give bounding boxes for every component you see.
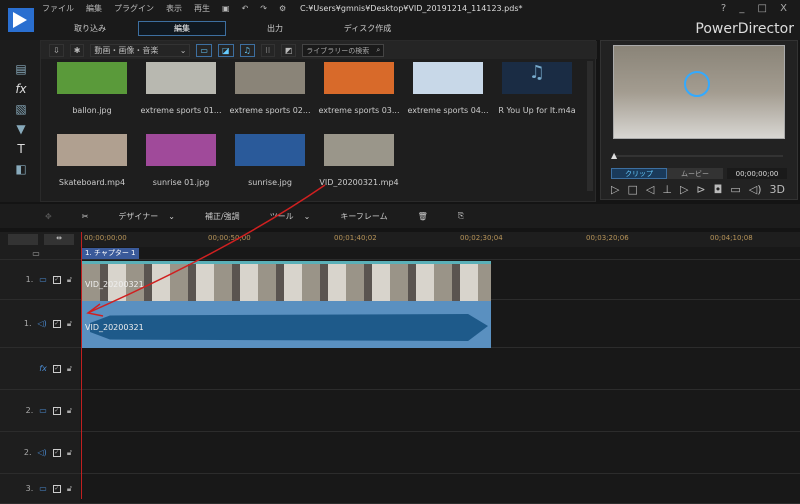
annotation-arrow bbox=[86, 184, 326, 317]
